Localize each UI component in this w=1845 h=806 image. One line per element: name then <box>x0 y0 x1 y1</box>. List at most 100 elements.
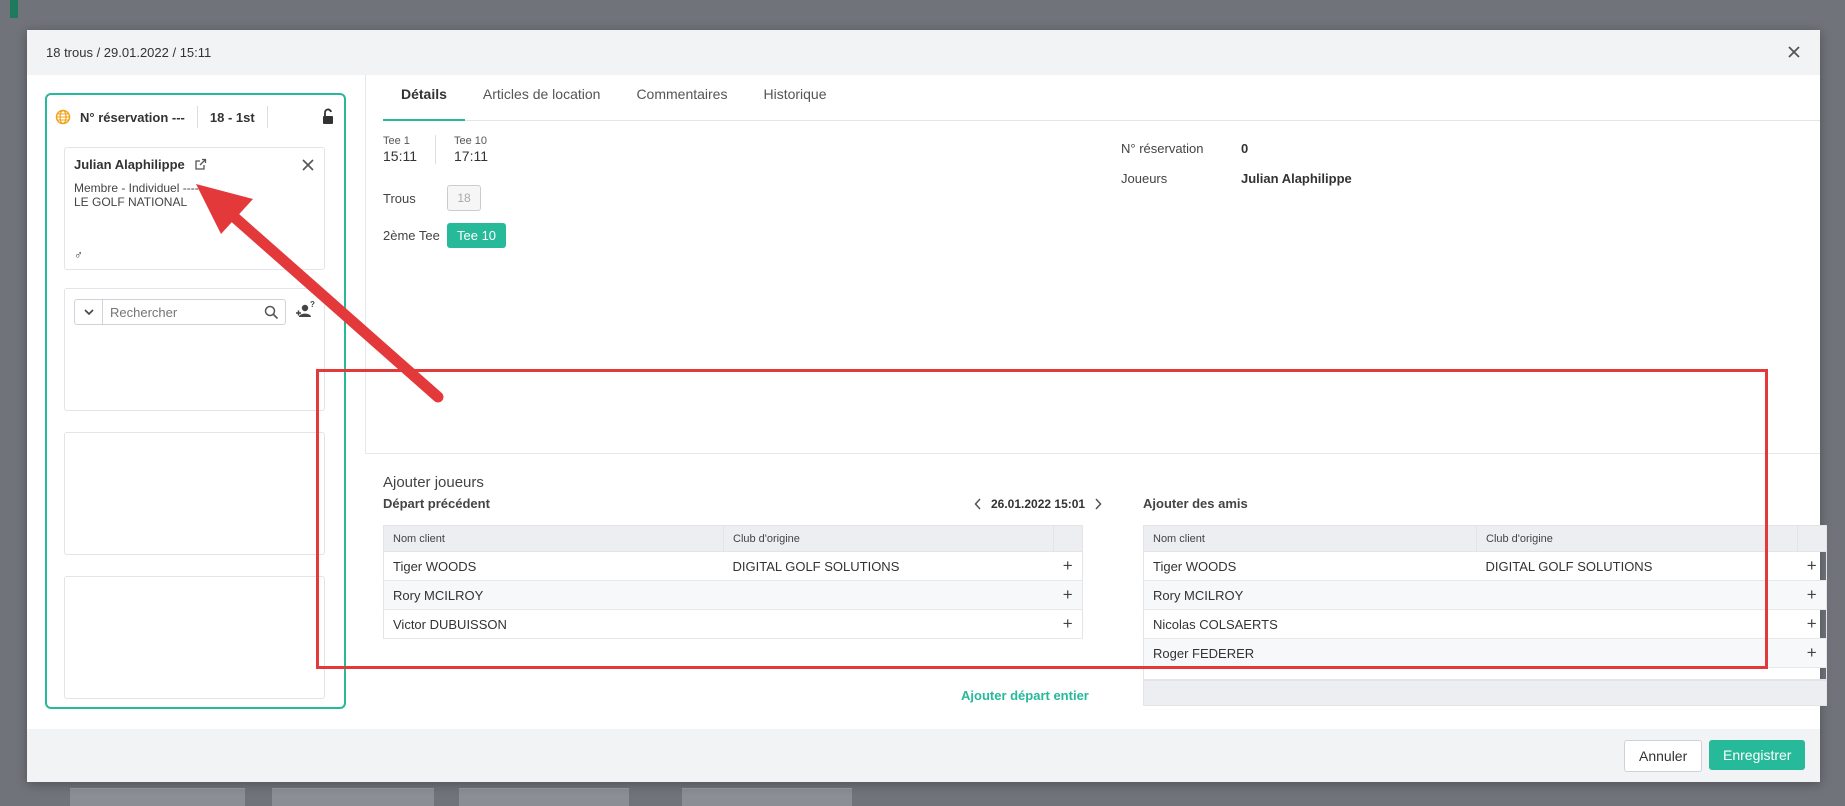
membership-type: Membre - Individuel ------ <box>74 181 207 195</box>
booking-panel: N° réservation --- 18 - 1st Julian Alaph… <box>45 93 346 709</box>
player-slot-search: ? <box>64 288 325 411</box>
background-element <box>682 788 852 806</box>
cancel-button[interactable]: Annuler <box>1624 740 1703 772</box>
chevron-down-icon[interactable] <box>75 300 103 324</box>
players-label: Joueurs <box>1121 171 1168 186</box>
external-link-icon[interactable] <box>194 158 207 171</box>
holes-row: Trous 18 <box>383 185 481 211</box>
close-icon[interactable] <box>1784 42 1804 62</box>
player-slot-empty[interactable] <box>64 576 325 699</box>
divider <box>196 106 198 128</box>
reservation-number-label: N° réservation <box>1121 141 1204 156</box>
background-accent-strip <box>10 0 18 18</box>
holes-value: 18 <box>447 185 481 211</box>
add-player-cell: + <box>1053 609 1083 639</box>
tab-bar: Détails Articles de location Commentaire… <box>383 75 1820 121</box>
table-row[interactable]: Rory MCILROY + <box>383 580 1083 610</box>
modal-header: 18 trous / 29.01.2022 / 15:11 <box>27 30 1820 75</box>
column-header-action <box>1053 525 1083 552</box>
plus-icon[interactable]: + <box>1807 556 1817 575</box>
home-club-cell <box>723 609 1054 639</box>
player-slot-empty[interactable] <box>64 432 325 555</box>
table-header: Nom client Club d'origine <box>383 525 1083 552</box>
table-header: Nom client Club d'origine <box>1143 525 1827 552</box>
plus-icon[interactable]: + <box>1807 585 1817 604</box>
svg-text:?: ? <box>310 301 315 309</box>
tee10-label: Tee 10 <box>454 135 488 147</box>
departure-date: 26.01.2022 15:01 <box>991 497 1086 511</box>
add-whole-departure-link[interactable]: Ajouter départ entier <box>961 688 1089 703</box>
search-input[interactable] <box>103 304 253 320</box>
column-header-club: Club d'origine <box>723 525 1054 552</box>
add-player-cell: + <box>1797 551 1827 581</box>
column-header-action <box>1797 525 1827 552</box>
second-tee-row: 2ème Tee Tee 10 <box>383 223 507 248</box>
reservation-number-value: 0 <box>1241 141 1249 156</box>
modal-title: 18 trous / 29.01.2022 / 15:11 <box>46 45 212 60</box>
save-button[interactable]: Enregistrer <box>1709 740 1806 770</box>
tab-comments[interactable]: Commentaires <box>618 75 745 121</box>
add-player-cell: + <box>1053 551 1083 581</box>
player-card: Julian Alaphilippe Membre - Individuel -… <box>64 147 325 270</box>
plus-icon[interactable]: + <box>1063 556 1073 575</box>
chevron-right-icon[interactable] <box>1094 498 1102 510</box>
holes-label: Trous <box>383 190 416 206</box>
chevron-left-icon[interactable] <box>974 498 982 510</box>
column-header-name: Nom client <box>1143 525 1477 552</box>
info-row: Joueurs Julian Alaphilippe <box>1121 171 1352 186</box>
table-empty-area <box>1143 645 1827 680</box>
tab-details[interactable]: Détails <box>383 75 465 121</box>
remove-player-icon[interactable] <box>300 157 316 173</box>
background-element <box>70 788 245 806</box>
tee10-value: 17:11 <box>454 148 488 164</box>
previous-departure-title: Départ précédent <box>383 496 490 511</box>
second-tee-button[interactable]: Tee 10 <box>447 223 507 248</box>
tee10-time: Tee 10 17:11 <box>435 135 506 164</box>
background-element <box>272 788 434 806</box>
divider <box>266 106 268 128</box>
plus-icon[interactable]: + <box>1063 614 1073 633</box>
table-row[interactable]: Nicolas COLSAERTS + <box>1143 609 1827 639</box>
tab-rental-items[interactable]: Articles de location <box>465 75 619 121</box>
male-icon: ♂ <box>74 248 83 262</box>
client-name-cell: Rory MCILROY <box>383 580 724 610</box>
add-player-cell: + <box>1053 580 1083 610</box>
add-guest-icon[interactable]: ? <box>294 301 316 321</box>
add-player-cell: + <box>1797 609 1827 639</box>
plus-icon[interactable]: + <box>1063 585 1073 604</box>
client-name-cell: Victor DUBUISSON <box>383 609 724 639</box>
background-element <box>459 788 629 806</box>
plus-icon[interactable]: + <box>1807 614 1817 633</box>
table-row[interactable]: Tiger WOODS DIGITAL GOLF SOLUTIONS + <box>383 551 1083 581</box>
tab-history[interactable]: Historique <box>745 75 844 121</box>
tee1-time: Tee 1 15:11 <box>383 135 435 164</box>
table-row[interactable]: Rory MCILROY + <box>1143 580 1827 610</box>
add-friends-title: Ajouter des amis <box>1143 496 1248 511</box>
player-name[interactable]: Julian Alaphilippe <box>74 157 185 172</box>
add-players-section: Ajouter joueurs Départ précédent 26.01.2… <box>365 453 1827 729</box>
hole-label: 18 - 1st <box>209 109 255 125</box>
table-footer <box>1143 680 1827 706</box>
client-name-cell: Tiger WOODS <box>1143 551 1477 581</box>
tee1-label: Tee 1 <box>383 135 410 147</box>
table-row[interactable]: Tiger WOODS DIGITAL GOLF SOLUTIONS + <box>1143 551 1827 581</box>
player-search <box>74 299 286 325</box>
column-header-name: Nom client <box>383 525 724 552</box>
client-name-cell: Tiger WOODS <box>383 551 724 581</box>
home-club-cell: DIGITAL GOLF SOLUTIONS <box>1476 551 1798 581</box>
reservation-number: N° réservation --- <box>80 109 185 125</box>
add-player-cell: + <box>1797 580 1827 610</box>
search-icon[interactable] <box>264 305 279 320</box>
modal-body: N° réservation --- 18 - 1st Julian Alaph… <box>27 75 1827 729</box>
table-row[interactable]: Victor DUBUISSON + <box>383 609 1083 639</box>
home-club-cell <box>1476 580 1798 610</box>
reservation-modal: 18 trous / 29.01.2022 / 15:11 N° réserva… <box>27 30 1827 782</box>
second-tee-label: 2ème Tee <box>383 228 440 243</box>
reservation-info: N° réservation 0 Joueurs Julian Alaphili… <box>1121 141 1352 201</box>
home-club-cell: DIGITAL GOLF SOLUTIONS <box>723 551 1054 581</box>
players-value: Julian Alaphilippe <box>1241 171 1352 186</box>
date-navigator: 26.01.2022 15:01 <box>974 497 1102 511</box>
unlock-icon[interactable] <box>320 108 336 126</box>
globe-icon <box>55 109 71 125</box>
home-club: LE GOLF NATIONAL <box>74 195 188 209</box>
